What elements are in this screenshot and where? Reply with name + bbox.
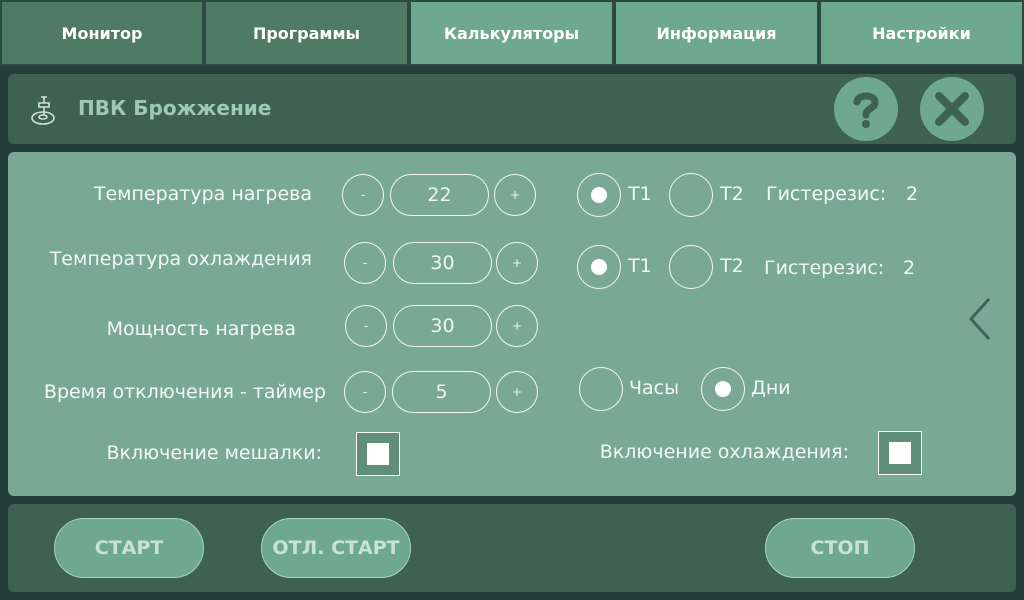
heat-hysteresis-value: 2 xyxy=(906,183,919,205)
heat-temp-value[interactable]: 22 xyxy=(390,174,489,216)
fermenter-icon xyxy=(31,96,55,125)
mixer-checkbox[interactable] xyxy=(356,432,400,476)
radio-selected-dot xyxy=(715,381,731,397)
cool-sensor-t1-label: T1 xyxy=(628,255,652,277)
program-title: ПВК Брожжение xyxy=(78,96,272,120)
timer-days-label: Дни xyxy=(751,377,791,399)
cool-temp-minus-button[interactable]: - xyxy=(344,242,386,284)
heat-sensor-t2-radio[interactable] xyxy=(669,173,713,217)
heat-power-label: Мощность нагрева xyxy=(106,318,296,340)
cool-hysteresis-value: 2 xyxy=(903,257,916,279)
checkbox-box xyxy=(367,443,389,465)
heat-hysteresis-label: Гистерезис: xyxy=(766,183,887,205)
mixer-label: Включение мешалки: xyxy=(106,442,323,464)
heat-temp-plus-button[interactable]: + xyxy=(494,174,536,216)
program-header: ПВК Брожжение xyxy=(8,74,1016,144)
cool-temp-label: Температура охлаждения xyxy=(49,248,312,270)
timer-plus-button[interactable]: + xyxy=(496,371,538,413)
timer-label: Время отключения - таймер xyxy=(43,381,326,403)
timer-hours-label: Часы xyxy=(629,377,680,399)
tab-information[interactable]: Информация xyxy=(614,0,819,66)
chevron-left-icon[interactable] xyxy=(968,296,992,342)
help-icon xyxy=(853,92,879,128)
radio-selected-dot xyxy=(591,187,607,203)
cool-sensor-t2-radio[interactable] xyxy=(669,245,713,289)
action-bar: СТАРТ ОТЛ. СТАРТ СТОП xyxy=(8,504,1016,592)
heat-sensor-t1-radio[interactable] xyxy=(577,173,621,217)
heat-power-value[interactable]: 30 xyxy=(393,305,492,347)
radio-selected-dot xyxy=(591,259,607,275)
help-button[interactable] xyxy=(834,77,898,141)
top-tabs: Монитор Программы Калькуляторы Информаци… xyxy=(0,0,1024,66)
tab-settings[interactable]: Настройки xyxy=(819,0,1024,66)
start-button[interactable]: СТАРТ xyxy=(54,518,204,578)
heat-temp-label: Температура нагрева xyxy=(93,183,312,205)
delayed-start-button[interactable]: ОТЛ. СТАРТ xyxy=(261,518,411,578)
heat-temp-minus-button[interactable]: - xyxy=(342,174,384,216)
heat-power-plus-button[interactable]: + xyxy=(496,305,538,347)
close-button[interactable] xyxy=(920,77,984,141)
timer-minus-button[interactable]: - xyxy=(344,371,386,413)
close-icon xyxy=(935,92,969,126)
heat-sensor-t2-label: T2 xyxy=(720,183,744,205)
stop-button[interactable]: СТОП xyxy=(765,518,915,578)
heat-sensor-t1-label: T1 xyxy=(628,183,652,205)
tab-calculators[interactable]: Калькуляторы xyxy=(409,0,614,66)
tab-monitor[interactable]: Монитор xyxy=(0,0,204,66)
cooling-label: Включение охлаждения: xyxy=(599,441,849,463)
timer-hours-radio[interactable] xyxy=(579,367,623,411)
heat-power-minus-button[interactable]: - xyxy=(345,305,387,347)
checkbox-box xyxy=(889,442,911,464)
cool-temp-plus-button[interactable]: + xyxy=(496,242,538,284)
cooling-checkbox[interactable] xyxy=(878,431,922,475)
cool-sensor-t1-radio[interactable] xyxy=(577,245,621,289)
cool-sensor-t2-label: T2 xyxy=(720,255,744,277)
timer-value[interactable]: 5 xyxy=(392,371,491,413)
tab-programs[interactable]: Программы xyxy=(204,0,409,66)
cool-hysteresis-label: Гистерезис: xyxy=(764,257,885,279)
timer-days-radio[interactable] xyxy=(701,367,745,411)
cool-temp-value[interactable]: 30 xyxy=(393,242,492,284)
